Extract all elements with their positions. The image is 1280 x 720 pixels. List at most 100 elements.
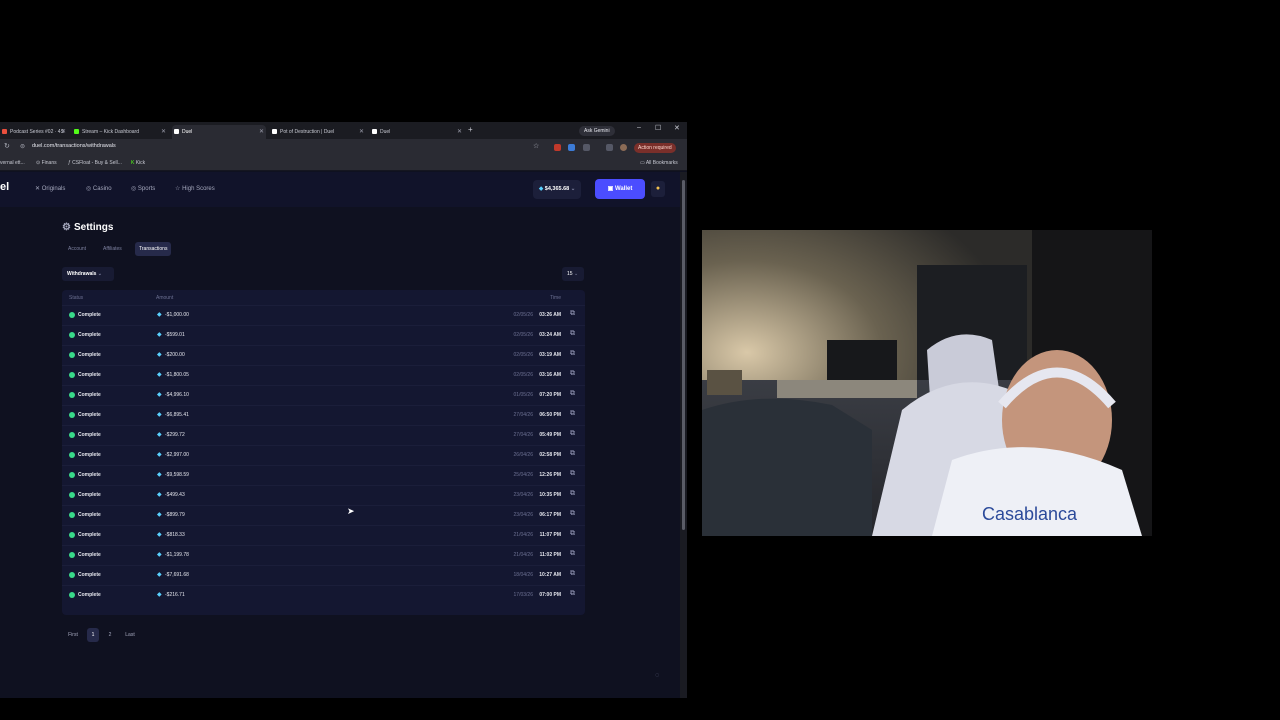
wallet-icon: ▣ [607, 186, 614, 192]
table-row: Complete ◆ -$216.71 17/03/26 07:00 PM ⧉ [62, 585, 585, 605]
tab-close-icon[interactable]: ✕ [259, 125, 264, 139]
ask-gemini-button[interactable]: Ask Gemini [579, 126, 615, 136]
bookmark-item[interactable]: vernal ett... [0, 160, 25, 166]
shirt-logo: Casablanca [982, 504, 1078, 524]
external-link-icon[interactable]: ⧉ [570, 550, 575, 558]
tab-close-icon[interactable]: ✕ [61, 125, 66, 139]
scrollbar[interactable] [680, 172, 687, 698]
reload-icon[interactable]: ↻ [4, 142, 10, 150]
status-text: Complete [78, 552, 101, 558]
new-tab-button[interactable]: + [468, 125, 473, 134]
tab-account[interactable]: Account [64, 242, 90, 256]
webcam-overlay: Casablanca [702, 230, 1152, 536]
external-link-icon[interactable]: ⧉ [570, 430, 575, 438]
external-link-icon[interactable]: ⧉ [570, 390, 575, 398]
external-link-icon[interactable]: ⧉ [570, 450, 575, 458]
external-link-icon[interactable]: ⧉ [570, 330, 575, 338]
minimize-icon[interactable]: – [637, 124, 641, 131]
site-logo[interactable]: el [0, 181, 9, 193]
per-page-select[interactable]: 15 ⌄ [562, 267, 584, 281]
date-value: 26/04/26 [513, 452, 533, 458]
status-complete-icon [69, 372, 75, 378]
external-link-icon[interactable]: ⧉ [570, 470, 575, 478]
external-link-icon[interactable]: ⧉ [570, 370, 575, 378]
external-link-icon[interactable]: ⧉ [570, 350, 575, 358]
nav-originals[interactable]: ✕ Originals [35, 185, 65, 192]
extension-icon[interactable] [606, 144, 613, 151]
tab-label: Stream – Kick Dashboard [82, 129, 139, 135]
page-first[interactable]: First [62, 628, 84, 642]
tab-transactions[interactable]: Transactions [135, 242, 172, 256]
time-value: 11:02 PM [539, 552, 561, 558]
site-info-icon[interactable]: ⊜ [20, 143, 25, 150]
external-link-icon[interactable]: ⧉ [570, 310, 575, 318]
profile-avatar-icon[interactable] [620, 144, 627, 151]
nav-high-scores[interactable]: ☆ High Scores [175, 185, 215, 192]
user-icon[interactable]: ● [651, 181, 665, 197]
amount-value: -$1,199.78 [165, 552, 189, 558]
extension-icon[interactable] [568, 144, 575, 151]
table-row: Complete ◆ -$299.72 27/04/26 05:49 PM ⧉ [62, 425, 585, 445]
page-2[interactable]: 2 [104, 628, 116, 642]
bookmark-item[interactable]: K Kick [131, 160, 145, 166]
amount-value: -$6,895.41 [165, 412, 189, 418]
nav-casino[interactable]: ◎ Casino [86, 185, 112, 192]
balance-dropdown[interactable]: ◆ $4,365.68 ⌄ [533, 180, 582, 199]
gem-icon: ◆ [157, 492, 162, 498]
date-value: 23/04/26 [513, 492, 533, 498]
browser-tab[interactable]: Stream – Kick Dashboard ✕ [72, 125, 168, 139]
gem-icon: ◆ [157, 512, 162, 518]
action-required-badge[interactable]: Action required [634, 143, 676, 153]
amount-value: -$499.43 [165, 492, 185, 498]
page-last[interactable]: Last [120, 628, 140, 642]
maximize-icon[interactable]: ☐ [655, 124, 661, 132]
gem-icon: ◆ [539, 186, 544, 192]
tab-label: Duel [182, 129, 193, 135]
browser-tab[interactable]: Pot of Destruction | Duel ✕ [270, 125, 366, 139]
external-link-icon[interactable]: ⧉ [570, 590, 575, 598]
tab-affiliates[interactable]: Affiliates [99, 242, 126, 256]
casino-icon: ◎ [86, 186, 92, 192]
time-value: 07:20 PM [539, 392, 561, 398]
chat-icon[interactable]: ◌ [655, 672, 659, 679]
browser-tab[interactable]: Duel ✕ [172, 125, 266, 139]
tab-close-icon[interactable]: ✕ [457, 125, 462, 139]
date-value: 01/05/26 [513, 392, 533, 398]
amount-value: -$7,691.68 [165, 572, 189, 578]
bookmark-item[interactable]: ƒ CSFloat - Buy & Sell... [68, 160, 122, 166]
bookmarks-bar: vernal ett... ⊙ Finans ƒ CSFloat - Buy &… [0, 156, 687, 171]
status-complete-icon [69, 492, 75, 498]
date-value: 02/05/26 [513, 372, 533, 378]
table-row: Complete ◆ -$599.01 02/05/26 03:24 AM ⧉ [62, 325, 585, 345]
external-link-icon[interactable]: ⧉ [570, 570, 575, 578]
all-bookmarks[interactable]: ▭ All Bookmarks [640, 160, 678, 166]
bookmark-item[interactable]: ⊙ Finans [36, 160, 57, 166]
external-link-icon[interactable]: ⧉ [570, 510, 575, 518]
date-value: 18/04/26 [513, 572, 533, 578]
url-input[interactable]: duel.com/transactions/withdrawals [32, 143, 116, 149]
scroll-thumb[interactable] [682, 180, 685, 530]
sports-icon: ◎ [131, 186, 137, 192]
transaction-type-select[interactable]: Withdrawals ⌄ [62, 267, 114, 281]
page-1[interactable]: 1 [87, 628, 99, 642]
nav-sports[interactable]: ◎ Sports [131, 185, 155, 192]
originals-icon: ✕ [35, 186, 41, 192]
tab-close-icon[interactable]: ✕ [161, 125, 166, 139]
time-value: 02:58 PM [539, 452, 561, 458]
amount-value: -$899.79 [165, 512, 185, 518]
table-row: Complete ◆ -$818.33 21/04/26 11:07 PM ⧉ [62, 525, 585, 545]
wallet-button[interactable]: ▣ Wallet [595, 179, 645, 199]
external-link-icon[interactable]: ⧉ [570, 490, 575, 498]
extension-icon[interactable] [583, 144, 590, 151]
chevron-down-icon: ⌄ [573, 271, 579, 277]
close-window-icon[interactable]: ✕ [674, 124, 680, 132]
tab-close-icon[interactable]: ✕ [359, 125, 364, 139]
table-row: Complete ◆ -$1,199.78 21/04/26 11:02 PM ⧉ [62, 545, 585, 565]
external-link-icon[interactable]: ⧉ [570, 530, 575, 538]
browser-tab[interactable]: Duel ✕ [370, 125, 464, 139]
external-link-icon[interactable]: ⧉ [570, 410, 575, 418]
extension-icon[interactable] [554, 144, 561, 151]
bookmark-star-icon[interactable]: ☆ [533, 142, 539, 150]
status-text: Complete [78, 512, 101, 518]
browser-tab[interactable]: Podcast Series #02 · 4S ✕ [0, 125, 68, 139]
